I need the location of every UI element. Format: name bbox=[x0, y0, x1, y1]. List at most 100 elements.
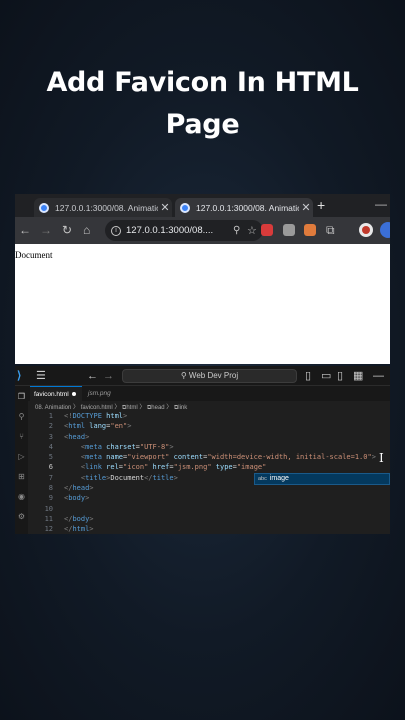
extensions-icon[interactable]: ⊞ bbox=[17, 472, 26, 481]
extension-red-icon[interactable] bbox=[261, 224, 273, 236]
code-token: > bbox=[89, 514, 94, 523]
code-token: > bbox=[173, 473, 178, 482]
title-line-2: Page bbox=[165, 109, 240, 140]
autocomplete-suggestion[interactable]: abc image bbox=[254, 473, 390, 485]
text-suggestion-icon: abc bbox=[258, 476, 267, 482]
code-line[interactable]: 10 bbox=[28, 504, 390, 514]
suggestion-label: image bbox=[269, 475, 289, 482]
code-text: <!DOCTYPE html> bbox=[64, 411, 127, 421]
line-number: 3 bbox=[48, 432, 53, 441]
code-token: </ bbox=[144, 473, 153, 482]
minimize-window-icon[interactable]: — bbox=[373, 369, 384, 383]
nav-back-icon[interactable]: ← bbox=[87, 369, 98, 383]
extension-camera-icon[interactable] bbox=[283, 224, 295, 236]
code-token: > bbox=[169, 442, 174, 451]
code-text: </head> bbox=[64, 483, 94, 493]
code-line[interactable]: 6 <link rel="icon" href="jsm.png" type="… bbox=[28, 462, 390, 472]
unsaved-dot-icon bbox=[71, 392, 76, 397]
code-token: content bbox=[169, 453, 204, 462]
code-line[interactable]: 11 </body> bbox=[28, 514, 390, 524]
toggle-panel-icon[interactable]: ▭ bbox=[321, 369, 331, 383]
extensions-puzzle-icon[interactable]: ⧉ bbox=[326, 223, 335, 237]
code-token: "icon" bbox=[123, 463, 149, 472]
code-token: html bbox=[72, 525, 90, 534]
explorer-icon[interactable]: ❐ bbox=[17, 392, 26, 401]
line-number: 1 bbox=[48, 412, 53, 420]
code-token: > bbox=[371, 453, 376, 462]
minimize-window-button[interactable]: — bbox=[375, 197, 387, 211]
code-token: name bbox=[101, 453, 124, 462]
code-text: <meta charset="UTF-8"> bbox=[64, 442, 174, 452]
zoom-icon[interactable]: ⚲ bbox=[233, 225, 247, 236]
source-control-icon[interactable]: ⑂ bbox=[17, 432, 26, 441]
editor-tabs: favicon.html jsm.png bbox=[28, 386, 390, 401]
profile-icon[interactable] bbox=[359, 223, 373, 237]
line-number: 2 bbox=[48, 422, 53, 431]
run-debug-icon[interactable]: ▷ bbox=[17, 452, 26, 461]
address-bar[interactable]: i 127.0.0.1:3000/08.... ⚲ ☆ bbox=[105, 220, 263, 241]
reload-icon[interactable]: ↻ bbox=[62, 223, 72, 237]
site-favicon-icon bbox=[180, 202, 190, 213]
browser-tab-label: 127.0.0.1:3000/08. Animation/ bbox=[55, 202, 158, 213]
code-text: <title>Document</title> bbox=[64, 473, 178, 483]
home-icon[interactable]: ⌂ bbox=[83, 223, 90, 237]
line-number: 11 bbox=[44, 514, 53, 523]
editor-titlebar: ⟩ ☰ ← → ⚲ Web Dev Proj ▯ ▭ ▯ ▦ — bbox=[15, 366, 390, 386]
code-line[interactable]: 9 <body> bbox=[28, 493, 390, 503]
nav-forward-icon[interactable]: → bbox=[103, 369, 114, 383]
close-tab-icon[interactable]: ✕ bbox=[158, 201, 172, 214]
edge-tools-icon[interactable]: ◉ bbox=[17, 492, 26, 501]
browser-tab-1[interactable]: 127.0.0.1:3000/08. Animation/ ✕ bbox=[34, 198, 172, 217]
close-tab-icon[interactable]: ✕ bbox=[299, 201, 313, 214]
account-avatar[interactable] bbox=[380, 222, 390, 238]
code-editor-window: ⟩ ☰ ← → ⚲ Web Dev Proj ▯ ▭ ▯ ▦ — ❐ ⚲ ⑂ ▷… bbox=[15, 366, 390, 534]
code-token: > bbox=[123, 412, 128, 420]
code-token: "UTF-8" bbox=[139, 442, 170, 451]
code-token: link bbox=[85, 463, 102, 472]
code-line[interactable]: 4 <meta charset="UTF-8"> bbox=[28, 442, 390, 452]
browser-window: 127.0.0.1:3000/08. Animation/ ✕ 127.0.0.… bbox=[15, 194, 390, 364]
page-viewport: Document bbox=[15, 244, 390, 364]
code-token: title bbox=[152, 473, 174, 482]
code-text: <link rel="icon" href="jsm.png" type="im… bbox=[64, 462, 267, 472]
code-text: <body> bbox=[64, 493, 89, 503]
code-line[interactable]: 3 <head> bbox=[28, 432, 390, 442]
accounts-icon[interactable]: ⚙ bbox=[17, 512, 26, 521]
code-token: "en" bbox=[110, 422, 128, 431]
menu-hamburger-icon[interactable]: ☰ bbox=[36, 369, 46, 383]
tab-jsm-png[interactable]: jsm.png bbox=[84, 386, 132, 401]
code-token: > bbox=[85, 494, 90, 503]
command-center-search[interactable]: ⚲ Web Dev Proj bbox=[122, 369, 297, 383]
code-line[interactable]: 12 </html> bbox=[28, 524, 390, 534]
code-token: "image" bbox=[236, 463, 267, 472]
video-title: Add Favicon In HTML Page bbox=[0, 62, 405, 146]
extension-orange-icon[interactable] bbox=[304, 224, 316, 236]
code-token: html bbox=[101, 412, 124, 420]
code-line[interactable]: 2 <html lang="en"> bbox=[28, 421, 390, 431]
tab-favicon-html[interactable]: favicon.html bbox=[30, 386, 82, 401]
code-text: <html lang="en"> bbox=[64, 421, 131, 431]
code-line[interactable]: 1 <!DOCTYPE html> bbox=[28, 411, 390, 421]
toggle-secondary-sidebar-icon[interactable]: ▯ bbox=[337, 369, 343, 383]
site-info-icon[interactable]: i bbox=[111, 225, 121, 236]
tab-label: jsm.png bbox=[88, 390, 111, 397]
back-arrow-icon[interactable]: ← bbox=[19, 223, 31, 237]
customize-layout-icon[interactable]: ▦ bbox=[353, 369, 363, 383]
browser-tab-label: 127.0.0.1:3000/08. Animation/ bbox=[196, 202, 299, 213]
code-token: meta bbox=[85, 453, 102, 462]
toggle-sidebar-icon[interactable]: ▯ bbox=[305, 369, 311, 383]
search-icon[interactable]: ⚲ bbox=[17, 412, 26, 421]
code-token: "width=device-width, initial-scale=1.0" bbox=[207, 453, 372, 462]
line-number: 4 bbox=[48, 442, 53, 451]
line-number: 6 bbox=[48, 463, 53, 472]
code-token: body bbox=[68, 494, 86, 503]
browser-tab-2[interactable]: 127.0.0.1:3000/08. Animation/ ✕ bbox=[175, 198, 313, 217]
new-tab-button[interactable]: + bbox=[317, 197, 325, 213]
code-token: charset bbox=[101, 442, 136, 451]
forward-arrow-icon[interactable]: → bbox=[40, 223, 52, 237]
code-line[interactable]: 5 <meta name="viewport" content="width=d… bbox=[28, 452, 390, 462]
line-number: 7 bbox=[48, 473, 53, 482]
